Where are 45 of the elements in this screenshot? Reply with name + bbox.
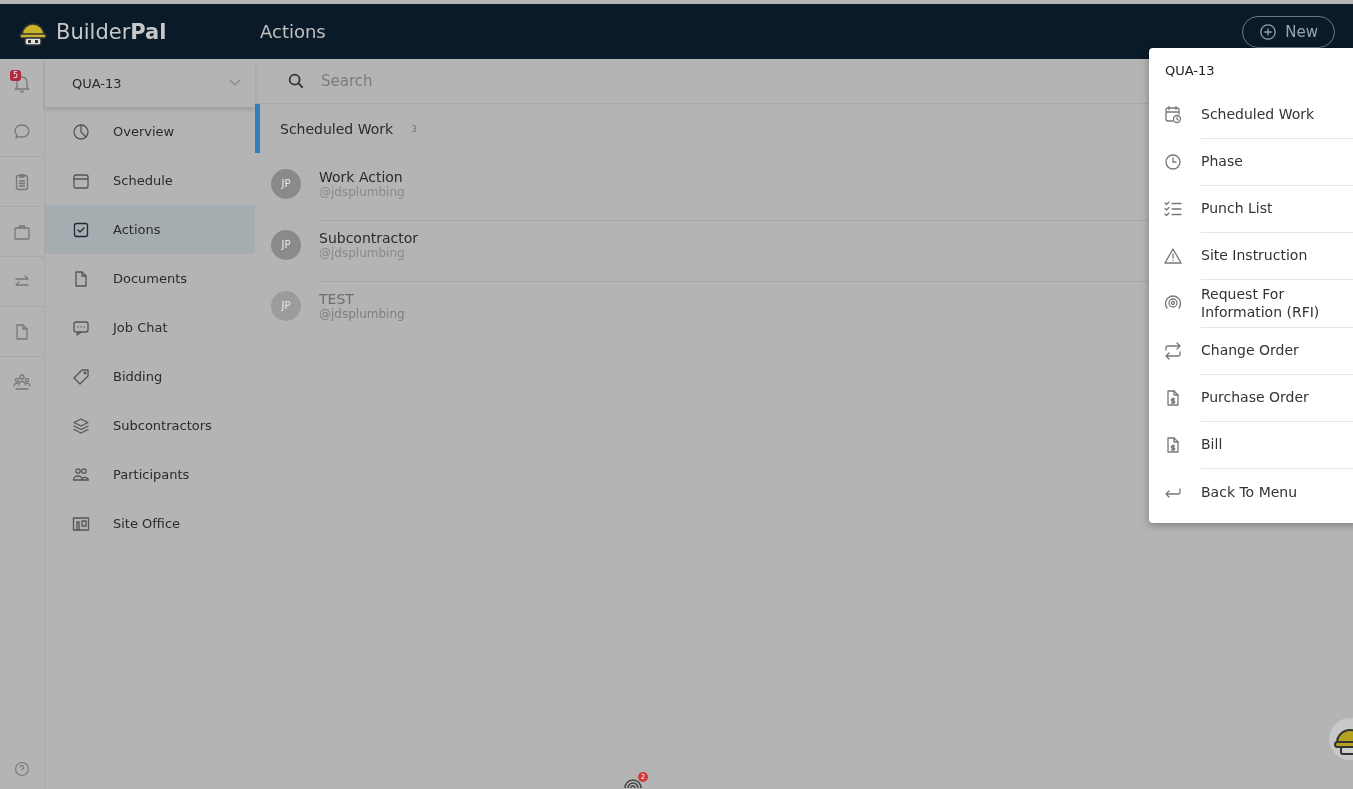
sidebar-item[interactable]: Subcontractors [45, 401, 255, 450]
pie-chart-icon [71, 121, 91, 142]
sidebar-item[interactable]: Job Chat [45, 303, 255, 352]
avatar: JP [271, 290, 301, 321]
menu-item[interactable]: Phase [1149, 139, 1353, 186]
bell-icon [12, 73, 32, 93]
fingerprint-button[interactable] [622, 776, 644, 789]
brand-name: BuilderPal [56, 19, 167, 44]
page-title: Actions [260, 21, 327, 42]
search-icon [287, 72, 305, 90]
avatar: JP [271, 229, 301, 260]
clock-icon [1163, 152, 1183, 172]
sidebar-item[interactable]: Site Office [45, 499, 255, 548]
plus-circle-icon [1259, 22, 1278, 41]
menu-item[interactable]: Punch List [1149, 186, 1353, 233]
help-icon[interactable] [14, 761, 30, 777]
checklist-icon [1163, 199, 1183, 219]
sidebar-item[interactable]: Actions [45, 205, 255, 254]
sidebar-item[interactable]: Participants [45, 450, 255, 499]
menu-item[interactable]: Change Order [1149, 328, 1353, 375]
chevron-down-icon [229, 79, 241, 87]
project-selector[interactable]: QUA-13 [45, 59, 255, 107]
notification-count-badge: 5 [10, 70, 22, 81]
menu-title: QUA-13 [1164, 61, 1216, 80]
search-field[interactable]: Search [319, 71, 623, 91]
menu-item[interactable]: Request For Information (RFI) [1149, 280, 1353, 328]
section-tab[interactable]: Scheduled Work 3 [255, 104, 450, 153]
menu-item[interactable]: Back To Menu [1149, 469, 1353, 516]
repeat-arrows-icon [1163, 341, 1183, 361]
sidebar-item[interactable]: Documents [45, 254, 255, 303]
menu-item[interactable]: Site Instruction [1149, 233, 1353, 280]
sidebar-item[interactable]: Schedule [45, 156, 255, 205]
menu-item[interactable]: Scheduled Work [1149, 92, 1353, 139]
menu-item[interactable]: Bill [1149, 422, 1353, 469]
notification-bell[interactable]: 5 [10, 59, 34, 107]
count-label: 3 [411, 123, 417, 134]
people-group-icon[interactable] [12, 371, 32, 392]
calendar-clock-icon [1163, 105, 1183, 125]
sidebar-item[interactable]: Bidding [45, 352, 255, 401]
sidebar-item[interactable]: Overview [45, 107, 255, 156]
tag-icon [71, 366, 91, 387]
warning-icon [1163, 246, 1183, 266]
fingerprint-icon [623, 776, 643, 788]
menu-item[interactable]: Purchase Order [1149, 375, 1353, 422]
avatar: JP [271, 168, 301, 199]
